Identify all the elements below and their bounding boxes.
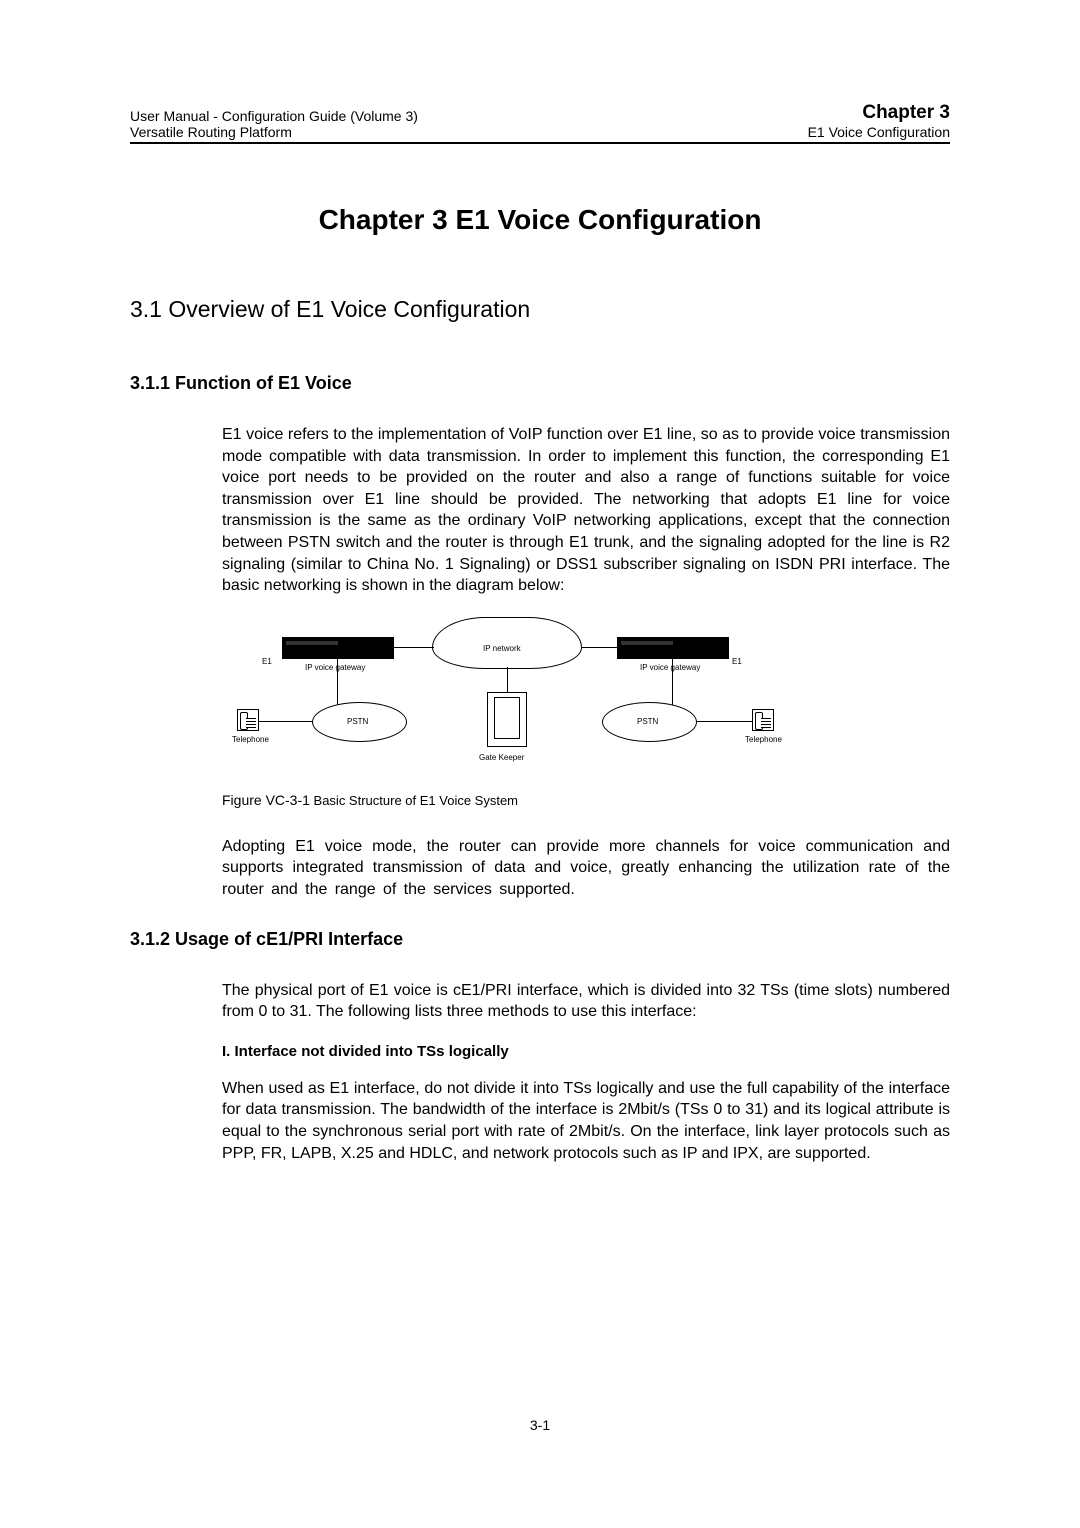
e1-left-label: E1 — [262, 657, 272, 666]
connector-line — [582, 647, 618, 648]
figure-caption: Figure VC-3-1 Basic Structure of E1 Voic… — [222, 792, 950, 808]
figure-caption-label: Figure VC-3-1 — [222, 792, 310, 808]
network-diagram: IP network IP voice gateway IP voice gat… — [232, 617, 792, 782]
paragraph-1: E1 voice refers to the implementation of… — [222, 424, 950, 597]
connector-line — [259, 721, 313, 722]
header-chapter-sub: E1 Voice Configuration — [808, 124, 950, 140]
section-3-1-title: 3.1 Overview of E1 Voice Configuration — [130, 296, 950, 323]
pstn-left-label: PSTN — [347, 717, 368, 726]
ip-network-cloud-icon — [432, 617, 582, 669]
ip-voice-gateway-right-icon — [617, 637, 729, 659]
connector-line — [337, 659, 338, 705]
pstn-right-label: PSTN — [637, 717, 658, 726]
paragraph-3: The physical port of E1 voice is cE1/PRI… — [222, 980, 950, 1023]
ip-network-label: IP network — [483, 644, 521, 653]
figure-caption-text: Basic Structure of E1 Voice System — [310, 793, 518, 808]
telephone-right-label: Telephone — [745, 735, 782, 744]
connector-line — [394, 647, 434, 648]
chapter-title: Chapter 3 E1 Voice Configuration — [130, 204, 950, 236]
connector-line — [507, 667, 508, 692]
section-3-1-2-title: 3.1.2 Usage of cE1/PRI Interface — [130, 929, 950, 950]
ip-voice-gateway-left-icon — [282, 637, 394, 659]
page-header: User Manual - Configuration Guide (Volum… — [130, 102, 950, 140]
section-3-1-1-title: 3.1.1 Function of E1 Voice — [130, 373, 950, 394]
sub-I-title: I. Interface not divided into TSs logica… — [222, 1043, 950, 1060]
paragraph-2: Adopting E1 voice mode, the router can p… — [222, 836, 950, 901]
connector-line — [697, 721, 752, 722]
telephone-right-icon — [752, 709, 774, 731]
page-number: 3-1 — [0, 1417, 1080, 1433]
gate-keeper-label: Gate Keeper — [479, 753, 524, 762]
telephone-left-icon — [237, 709, 259, 731]
gate-keeper-icon — [487, 692, 527, 747]
header-chapter-label: Chapter 3 — [808, 102, 950, 124]
ip-voice-gateway-left-label: IP voice gateway — [305, 663, 365, 672]
telephone-left-label: Telephone — [232, 735, 269, 744]
paragraph-4: When used as E1 interface, do not divide… — [222, 1078, 950, 1164]
figure-vc-3-1: IP network IP voice gateway IP voice gat… — [222, 617, 950, 808]
connector-line — [672, 659, 673, 705]
ip-voice-gateway-right-label: IP voice gateway — [640, 663, 700, 672]
header-left-line2: Versatile Routing Platform — [130, 124, 418, 140]
header-left-line1: User Manual - Configuration Guide (Volum… — [130, 108, 418, 124]
e1-right-label: E1 — [732, 657, 742, 666]
header-divider — [130, 142, 950, 144]
